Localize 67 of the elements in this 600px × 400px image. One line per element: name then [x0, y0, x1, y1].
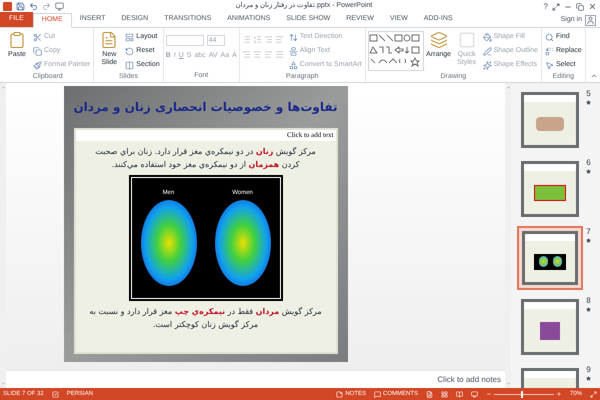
app-logo [3, 2, 12, 11]
slide[interactable] [64, 86, 348, 362]
clipboard-icon [8, 31, 26, 49]
slide-number: 9 [586, 364, 591, 376]
scroll-down-icon[interactable] [506, 381, 510, 386]
restore-icon[interactable] [576, 2, 584, 10]
copy-icon [33, 47, 42, 56]
spelling-icon[interactable] [52, 390, 59, 398]
brain-scan-drawing [534, 254, 566, 270]
animation-star-icon [586, 376, 591, 381]
redo-icon[interactable] [42, 2, 51, 11]
reset-icon [125, 47, 134, 56]
zoom-thumb[interactable] [520, 390, 523, 398]
photo-placeholder [540, 322, 560, 340]
notes-icon [336, 390, 344, 398]
undo-icon[interactable] [29, 2, 38, 11]
slide-number: 6 [586, 157, 591, 169]
scroll-up-icon[interactable] [506, 85, 510, 90]
close-icon[interactable] [588, 2, 597, 11]
scissors-icon [33, 33, 42, 42]
search-icon [545, 33, 554, 42]
text-box[interactable] [74, 128, 338, 354]
slide-title[interactable]: تفاوت‌ها و خصوصیات انحصاری زنان و مردان [73, 98, 338, 116]
notes-placeholder[interactable]: Click to add notes [437, 374, 501, 386]
slideshow-icon[interactable] [470, 390, 478, 398]
paragraph: مرکز گویش زنان در دو نیمکره‌ي مغز قرار دارد. زنان براي صحبت کردن همزمان از دو نیمکره‌ي مغز خود استفاده مي‌کنند. [94, 146, 317, 170]
animation-star-icon [586, 169, 591, 174]
pointer-icon [545, 61, 554, 70]
slide-number: 8 [586, 295, 591, 307]
animation-star-icon [586, 238, 591, 243]
shapes-gallery[interactable] [368, 31, 424, 71]
arrows-icon [288, 33, 298, 42]
comment-icon [374, 390, 381, 398]
collapse-icon[interactable] [590, 72, 598, 80]
photo-placeholder [534, 184, 566, 200]
help-button[interactable]: ? [544, 0, 548, 12]
style-icon [458, 31, 476, 49]
slide-icon [100, 31, 118, 49]
scroll-up-icon[interactable] [0, 85, 6, 90]
shapes-drawing [368, 33, 423, 69]
zoom-in-icon[interactable] [556, 391, 562, 397]
slide-number: 5 [586, 88, 591, 100]
layout-icon [125, 33, 134, 42]
reading-view-icon[interactable] [456, 390, 463, 398]
slide-number: 7 [586, 226, 591, 238]
ribbon-display-icon[interactable] [552, 2, 560, 10]
pen-icon [482, 47, 492, 56]
shapes-icon [288, 61, 298, 70]
paint-bucket-icon [482, 33, 492, 42]
font-name-field[interactable] [166, 35, 204, 46]
slide-thumbnail[interactable] [517, 226, 583, 290]
section-icon [125, 61, 134, 70]
layers-icon [430, 31, 448, 49]
normal-view-icon[interactable] [426, 390, 433, 398]
paintbrush-icon [33, 61, 42, 70]
align-icon [288, 47, 298, 56]
scroll-down-icon[interactable] [0, 381, 6, 386]
fit-slide-icon[interactable] [590, 390, 597, 398]
paragraph: مرکز گویش مردان فقط در نیمکره‌ي چپ مغز قرار دارد و نسبت به مرکز گویش زنان کوچکتر است. [88, 306, 323, 330]
start-icon[interactable] [55, 2, 64, 11]
animation-star-icon [586, 307, 591, 312]
grid-view-icon[interactable] [440, 390, 448, 398]
user-icon [585, 14, 596, 26]
sparkles-icon [482, 61, 492, 70]
animation-star-icon [586, 100, 591, 105]
photo-placeholder [536, 116, 564, 130]
save-icon[interactable] [16, 2, 25, 11]
